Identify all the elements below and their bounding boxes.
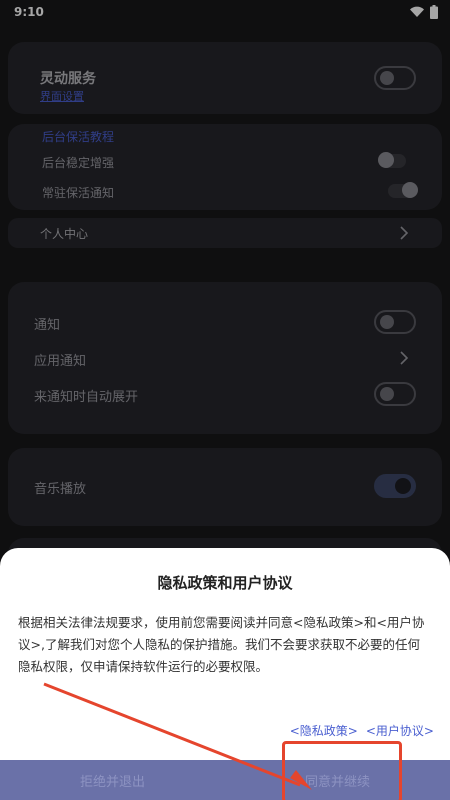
dialog-title: 隐私政策和用户协议 xyxy=(157,574,293,592)
privacy-policy-link[interactable]: <隐私政策> xyxy=(290,722,358,739)
dialog-body: 根据相关法律法规要求，使用前您需要阅读并同意<隐私政策>和<用户协议>,了解我们… xyxy=(18,615,425,674)
user-agreement-link[interactable]: <用户协议> xyxy=(366,722,434,739)
dialog-links: <隐私政策> <用户协议> xyxy=(290,722,434,739)
annotation-highlight-box xyxy=(282,741,402,800)
reject-exit-button[interactable]: 拒绝并退出 xyxy=(0,760,225,800)
